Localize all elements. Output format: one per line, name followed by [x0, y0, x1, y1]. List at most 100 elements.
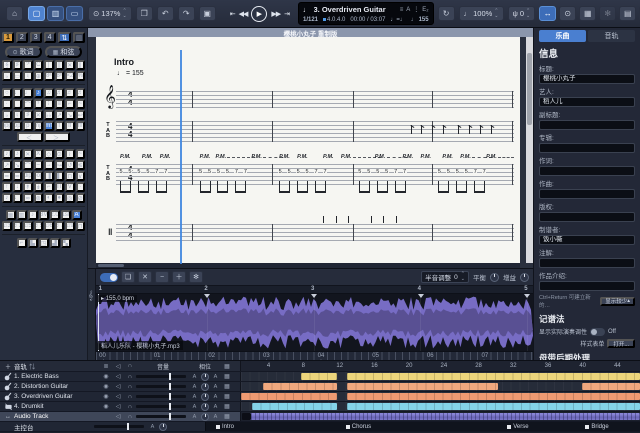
palette-icon[interactable]: ⊙	[55, 149, 65, 159]
track-name[interactable]: 1. Electric Bass	[14, 373, 100, 380]
palette-icon[interactable]: %	[76, 71, 86, 81]
master-volume-slider[interactable]	[94, 425, 144, 428]
stylesheet-open-button[interactable]: 打开...	[607, 339, 635, 348]
palette-icon[interactable]: ◳	[39, 238, 49, 248]
section-marker[interactable]: Bridge	[585, 424, 608, 430]
palette-icon[interactable]: ‿	[13, 99, 23, 109]
multitrack-button[interactable]: ▥	[73, 32, 85, 43]
palette-icon[interactable]: ♭	[2, 71, 12, 81]
lyrics-button[interactable]: ⊙歌词	[5, 46, 42, 58]
section-marker[interactable]: Chorus	[346, 424, 371, 430]
zoom-stepper[interactable]: ⌃⌄	[122, 9, 126, 19]
audio-waveform-strip[interactable]	[243, 413, 640, 420]
skip-end-button[interactable]: ⇥	[284, 10, 289, 18]
timeline-segment[interactable]	[252, 403, 337, 410]
palette-icon[interactable]: mp	[34, 121, 44, 131]
track-name[interactable]: 4. Drumkit	[14, 403, 100, 410]
balance-knob[interactable]	[490, 273, 499, 282]
palette-icon[interactable]: fff	[76, 121, 86, 131]
play-button[interactable]: ▶	[251, 6, 267, 22]
midi-button[interactable]: ▤	[619, 6, 636, 21]
track-timeline-lane[interactable]	[240, 392, 640, 401]
palette-icon[interactable]: ⌣	[34, 160, 44, 170]
fx-grid-icon[interactable]: ▦	[220, 393, 234, 400]
palette-icon[interactable]: ♭♭	[44, 110, 54, 120]
palette-icon[interactable]: ○	[2, 88, 12, 98]
track-row[interactable]: 2. Distortion Guitar◉◁∩AA▦	[0, 382, 640, 392]
playback-cursor[interactable]	[180, 50, 182, 264]
palette-icon[interactable]: ⊚	[34, 193, 44, 203]
palette-icon[interactable]: ≃	[2, 171, 12, 181]
track-row[interactable]: 4. Drumkit◉◁∩AA▦	[0, 402, 640, 412]
palette-icon[interactable]: ▟	[50, 238, 60, 248]
palette-icon[interactable]: 1st	[61, 210, 71, 220]
slider-handle[interactable]	[169, 413, 171, 420]
palette-icon[interactable]: ✕	[34, 110, 44, 120]
rewind-button[interactable]: ◀◀	[239, 10, 248, 18]
palette-icon[interactable]: ♫9	[65, 221, 75, 231]
pan-knob[interactable]	[201, 393, 209, 401]
field-input[interactable]	[539, 143, 635, 153]
palette-icon[interactable]: ♫6	[44, 221, 54, 231]
fx-grid-icon[interactable]: ▦	[220, 413, 234, 420]
field-input[interactable]	[539, 281, 635, 291]
palette-icon[interactable]: ◐	[44, 193, 54, 203]
field-input[interactable]: 稻人儿	[539, 97, 635, 107]
bar-number-ruler[interactable]: 48121620242832364044	[240, 361, 640, 371]
microphone-button[interactable]: ⊙	[559, 6, 576, 21]
view-page-button[interactable]: ▢	[28, 6, 45, 21]
show-less-button[interactable]: 显示较少▴	[600, 297, 635, 306]
pan-knob[interactable]	[201, 413, 209, 421]
skip-start-button[interactable]: ⇤	[230, 10, 235, 18]
solo-icon[interactable]: ∩	[124, 414, 136, 420]
palette-icon[interactable]: ↓	[13, 182, 23, 192]
field-input[interactable]	[539, 189, 635, 199]
palette-icon[interactable]: f	[55, 121, 65, 131]
solo-icon[interactable]: ∩	[124, 404, 136, 410]
palette-icon[interactable]: ♪	[34, 88, 44, 98]
palette-icon[interactable]: ↺	[65, 160, 75, 170]
audio-zoom-in-button[interactable]: ＋	[172, 271, 186, 283]
voice-button-2[interactable]: 2	[16, 32, 28, 43]
palette-icon[interactable]: ♬	[55, 88, 65, 98]
mute-icon[interactable]: ◁	[112, 403, 124, 410]
mute-icon[interactable]: ◁	[112, 393, 124, 400]
undo-button[interactable]: ↶	[157, 6, 174, 21]
solo-icon[interactable]: ∩	[124, 384, 136, 390]
audio-enable-toggle[interactable]	[100, 273, 118, 282]
slider-handle[interactable]	[169, 403, 171, 410]
audio-time-ruler[interactable]: 0001020304050607	[96, 351, 533, 360]
tab-song[interactable]: 乐曲	[539, 30, 586, 42]
field-input[interactable]: 饭小薇	[539, 235, 635, 245]
palette-icon[interactable]: ⊘	[76, 193, 86, 203]
field-input[interactable]	[539, 166, 635, 176]
pitch-shift-control[interactable]: 半音调整 0 ⌃⌄	[421, 271, 469, 283]
track-timeline-lane[interactable]	[240, 382, 640, 391]
volume-slider[interactable]	[136, 415, 186, 418]
palette-icon[interactable]: ≂	[23, 193, 33, 203]
palette-icon[interactable]: ↝	[55, 160, 65, 170]
audio-clip-handle[interactable]	[242, 413, 251, 420]
section-marker[interactable]: Intro	[216, 424, 234, 430]
palette-icon[interactable]: ♭	[2, 110, 12, 120]
palette-icon[interactable]: p	[23, 121, 33, 131]
multivoice-button[interactable]: ⇅	[58, 32, 72, 43]
palette-icon[interactable]: pop	[34, 171, 44, 181]
view-screen-button[interactable]: ▭	[66, 6, 83, 21]
staff-notation[interactable]: 𝄞 44	[102, 91, 516, 108]
palette-icon[interactable]: ↟	[23, 182, 33, 192]
palette-icon[interactable]: V	[65, 182, 75, 192]
transpose-stepper[interactable]: ⌃⌄	[526, 9, 530, 19]
timeline-segment[interactable]	[347, 383, 499, 390]
palette-icon[interactable]: ~	[76, 149, 86, 159]
palette-icon[interactable]: ◎	[65, 193, 75, 203]
palette-icon[interactable]: ♫5	[23, 221, 33, 231]
palette-icon[interactable]: ↑	[2, 182, 12, 192]
palette-icon[interactable]: ppp	[2, 121, 12, 131]
palette-icon[interactable]: A	[72, 210, 82, 220]
track-timeline-lane[interactable]	[240, 372, 640, 381]
volume-slider[interactable]	[136, 395, 186, 398]
timeline-segment[interactable]	[347, 403, 640, 410]
palette-icon[interactable]: mf	[44, 121, 54, 131]
palette-icon[interactable]: ·	[2, 99, 12, 109]
